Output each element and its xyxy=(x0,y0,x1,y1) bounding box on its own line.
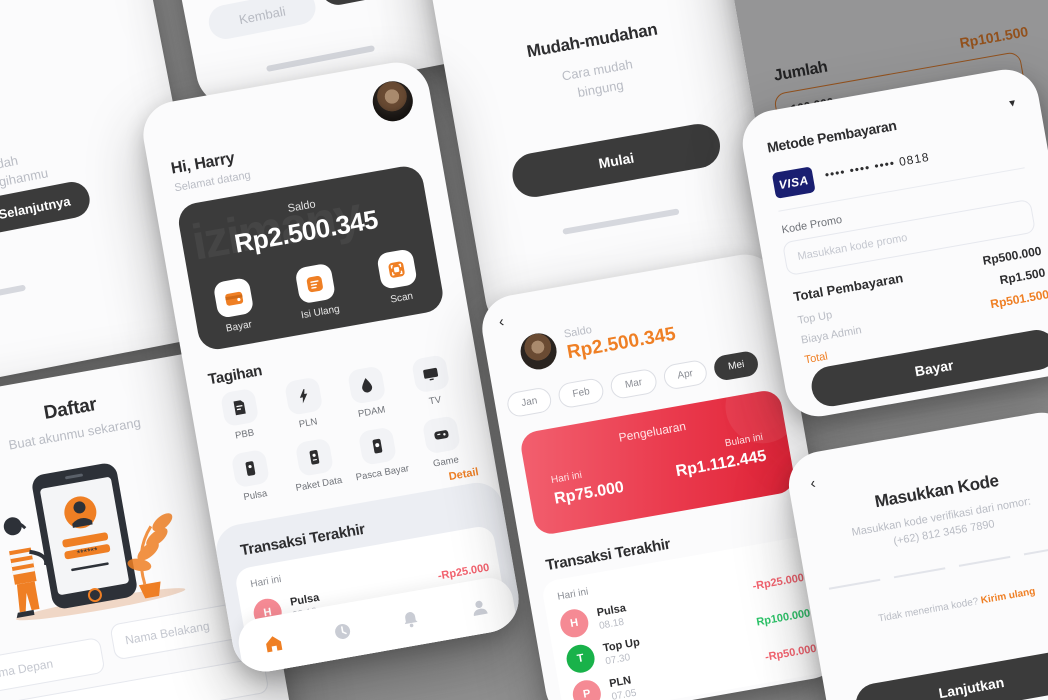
bill-label: PBB xyxy=(234,427,255,442)
clock-icon[interactable] xyxy=(331,620,353,642)
card-number: •••• •••• •••• 0818 xyxy=(823,149,931,182)
mockup-stage: $ Mudah Bayar Cara mudah membayar tagiha… xyxy=(0,0,1048,700)
bill-label: Pasca Bayar xyxy=(354,463,410,484)
bill-item-paket-data[interactable]: Paket Data xyxy=(279,435,351,495)
action-label: Scan xyxy=(389,290,414,306)
bill-item-pulsa[interactable]: Pulsa xyxy=(216,446,288,506)
payment-method-title: Metode Pembayaran xyxy=(765,117,898,156)
next-button-top[interactable]: Selanjutnya xyxy=(317,0,434,8)
avatar[interactable] xyxy=(517,330,560,373)
resend-link[interactable]: Kirim ulang xyxy=(980,586,1036,606)
transactions-section: Transaksi Terakhir Hari ini H Pulsa 08.1… xyxy=(212,478,524,677)
bill-item-game[interactable]: Game xyxy=(407,413,479,473)
transaction-time: 07.05 xyxy=(610,687,638,700)
back-button-top[interactable]: Kembali xyxy=(205,0,319,42)
wallet-icon xyxy=(212,276,255,319)
topup-icon xyxy=(294,262,337,305)
home-indicator-start xyxy=(562,208,680,235)
back-icon[interactable]: ‹ xyxy=(809,475,817,493)
continue-button[interactable]: Lanjutkan xyxy=(852,646,1048,700)
postpaid-icon xyxy=(358,426,398,466)
droplet-icon xyxy=(347,365,387,405)
bill-label: Paket Data xyxy=(294,474,344,494)
person-icon[interactable] xyxy=(468,596,490,618)
transaction-amount: -Rp25.000 xyxy=(751,571,805,593)
transaction-amount: Rp100.000 xyxy=(755,607,812,629)
resend-prefix: Tidak menerima kode? xyxy=(877,595,982,625)
bill-item-pasca-bayar[interactable]: Pasca Bayar xyxy=(343,424,415,484)
bill-label: Pulsa xyxy=(242,488,269,504)
register-illustration: ****** xyxy=(0,433,225,634)
visa-logo: VISA xyxy=(771,166,816,199)
bill-item-pln[interactable]: PLN xyxy=(269,374,341,434)
line-value-admin: Rp1.500 xyxy=(998,265,1047,288)
line-label-total: Total xyxy=(803,350,829,367)
start-button[interactable]: Mulai xyxy=(509,120,724,201)
total-title: Total Pembayaran xyxy=(792,270,905,305)
action-bayar[interactable]: Bayar xyxy=(198,274,272,338)
document-icon xyxy=(220,387,260,428)
action-label: Isi Ulang xyxy=(300,303,341,322)
month-chip-jan[interactable]: Jan xyxy=(505,386,554,419)
bill-item-tv[interactable]: TV xyxy=(396,351,468,411)
expense-card: Pengeluaran Hari ini Rp75.000 Bulan ini … xyxy=(518,388,797,537)
line-label-topup: Top Up xyxy=(796,309,834,327)
otp-digit-1[interactable] xyxy=(828,578,881,590)
bill-item-pbb[interactable]: PBB xyxy=(205,385,277,445)
pay-button[interactable]: Bayar xyxy=(808,326,1048,410)
bill-label: PLN xyxy=(298,416,319,431)
action-isi-ulang[interactable]: Isi Ulang xyxy=(280,260,354,324)
detail-link[interactable]: Detail xyxy=(448,466,480,483)
expense-month-label: Bulan ini xyxy=(724,431,764,450)
bill-item-pdam[interactable]: PDAM xyxy=(332,363,404,423)
expense-today-label: Hari ini xyxy=(550,469,583,487)
month-chip-mei[interactable]: Mei xyxy=(712,349,761,382)
month-chip-apr[interactable]: Apr xyxy=(661,358,709,391)
line-value-topup: Rp500.000 xyxy=(981,243,1043,268)
home-indicator xyxy=(0,284,27,312)
bill-label: TV xyxy=(428,394,443,408)
today-label: Hari ini xyxy=(249,573,283,591)
data-icon xyxy=(294,437,334,477)
game-icon xyxy=(421,415,461,455)
month-chip-mar[interactable]: Mar xyxy=(609,367,659,401)
chevron-down-icon[interactable]: ▼ xyxy=(1007,98,1019,111)
bell-icon[interactable] xyxy=(400,608,422,630)
divider xyxy=(778,167,1025,212)
balance-card: izimany Saldo Rp2.500.345 Bayar Isi Ulan… xyxy=(175,163,446,353)
otp-digit-2[interactable] xyxy=(893,567,946,578)
bolt-icon xyxy=(283,376,324,416)
line-value-total: Rp501.500 xyxy=(989,287,1048,312)
otp-digit-3[interactable] xyxy=(958,555,1011,567)
action-label: Bayar xyxy=(225,319,253,335)
today-label: Hari ini xyxy=(556,586,590,603)
scan-icon xyxy=(375,248,418,290)
back-icon[interactable]: ‹ xyxy=(497,313,505,331)
tv-icon xyxy=(410,354,451,394)
month-chip-feb[interactable]: Feb xyxy=(556,376,606,410)
action-scan[interactable]: Scan xyxy=(361,246,435,310)
home-icon[interactable] xyxy=(263,632,285,654)
screen-payment: Metode Pembayaran ▼ VISA •••• •••• •••• … xyxy=(737,64,1048,422)
transaction-time: 08.18 xyxy=(598,616,625,632)
finance-illustration: $ xyxy=(0,0,73,115)
phone-icon xyxy=(230,448,271,489)
bill-label: PDAM xyxy=(357,404,387,420)
line-label-admin: Biaya Admin xyxy=(800,324,863,347)
expense-month-value: Rp1.112.445 xyxy=(674,447,768,481)
avatar[interactable] xyxy=(369,78,416,125)
transaction-amount: -Rp50.000 xyxy=(764,642,818,664)
bills-title: Tagihan xyxy=(206,362,264,389)
screen-otp: ‹ Masukkan Kode Masukkan kode verifikasi… xyxy=(783,407,1048,700)
otp-digit-4[interactable] xyxy=(1023,544,1048,555)
